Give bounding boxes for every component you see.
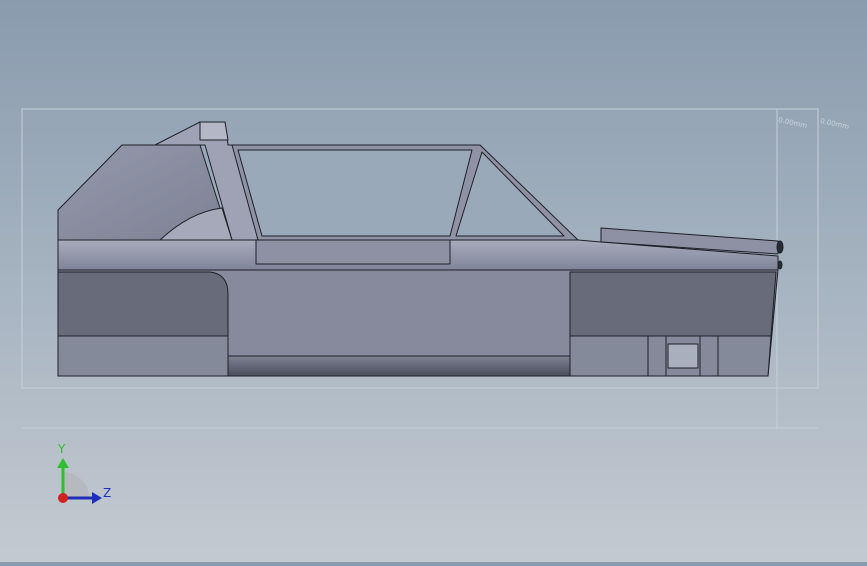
roll-bar-top — [199, 121, 229, 141]
tow-hook-opening — [667, 343, 699, 369]
front-wheel-panel — [569, 271, 777, 337]
rear-lower-step — [57, 335, 229, 377]
triad-origin — [58, 493, 68, 503]
front-light — [776, 240, 784, 254]
rear-wheel-panel — [57, 271, 229, 337]
z-axis-label: Z — [103, 486, 112, 500]
car-body[interactable] — [57, 121, 784, 377]
graphics-viewport[interactable]: 0.00mm 0.00mm Y Z — [0, 0, 867, 562]
z-axis-arrow — [92, 492, 102, 504]
y-axis-arrow — [57, 458, 69, 468]
model-view-svg[interactable] — [0, 0, 867, 562]
side-window — [237, 149, 473, 237]
triad-quadrant — [63, 472, 89, 498]
y-axis-label: Y — [58, 442, 66, 456]
door-inset — [255, 239, 451, 265]
view-triad — [57, 458, 102, 504]
rocker-panel — [227, 355, 571, 377]
front-marker — [777, 260, 783, 270]
